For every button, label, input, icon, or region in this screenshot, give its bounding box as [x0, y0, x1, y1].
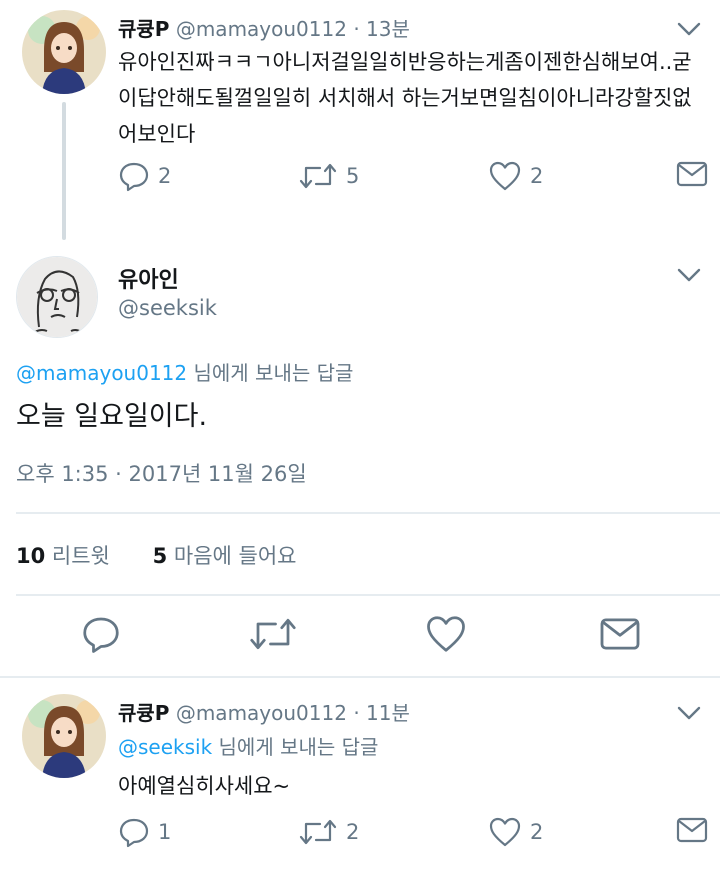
reply-context: @seeksik 님에게 보내는 답글 — [118, 732, 378, 762]
tweet-text: 유아인진짜ㅋㅋㄱ아니저걸일일히반응하는게좀이젠한심해보여..굳이답안해도될껄일일… — [118, 50, 692, 146]
retweet-icon — [299, 163, 337, 189]
retweet-stat[interactable]: 10 리트윗 — [16, 544, 110, 568]
avatar[interactable] — [22, 10, 106, 94]
chevron-down-icon[interactable] — [676, 704, 702, 722]
retweet-label: 리트윗 — [51, 544, 110, 568]
tweet-header: 큐큥P @mamayou0112 · 11분 — [118, 698, 410, 728]
reply-context-label: 님에게 보내는 답글 — [212, 735, 379, 759]
tweet-2[interactable]: 큐큥P @mamayou0112 · 11분 @seeksik 님에게 보내는 … — [0, 680, 720, 870]
divider — [16, 512, 720, 514]
retweet-icon — [299, 819, 337, 845]
retweet-button[interactable]: 2 — [298, 816, 359, 848]
thread-line — [62, 102, 66, 240]
dm-button[interactable] — [676, 816, 708, 844]
like-stat[interactable]: 5 마음에 들어요 — [153, 544, 297, 568]
reply-context: @mamayou0112 님에게 보내는 답글 — [16, 358, 353, 388]
like-count: 2 — [530, 164, 544, 188]
divider — [0, 676, 720, 678]
reply-button[interactable]: 1 — [118, 816, 171, 848]
tweet-header: 큐큥P @mamayou0112 · 13분 — [118, 14, 410, 44]
heart-icon — [489, 817, 521, 847]
separator-dot: · — [353, 701, 360, 725]
display-name[interactable]: 큐큥P — [118, 17, 169, 41]
mention-link[interactable]: @mamayou0112 — [16, 361, 187, 385]
mention-link[interactable]: @seeksik — [118, 735, 212, 759]
heart-icon — [489, 161, 521, 191]
retweet-count: 2 — [346, 820, 360, 844]
like-label: 마음에 들어요 — [173, 544, 297, 568]
reply-icon — [119, 162, 149, 192]
tweet-text: 아예열심히사세요~ — [118, 774, 291, 798]
engagement-stats: 10 리트윗 5 마음에 들어요 — [16, 540, 297, 570]
display-name[interactable]: 큐큥P — [118, 701, 169, 725]
user-handle[interactable]: @seeksik — [118, 296, 217, 320]
envelope-icon — [676, 161, 708, 187]
focused-actions — [0, 612, 720, 656]
retweet-button[interactable]: 5 — [298, 160, 359, 192]
retweet-total: 10 — [16, 544, 46, 568]
retweet-count: 5 — [346, 164, 360, 188]
tweet-actions: 1 2 2 — [118, 816, 708, 852]
retweet-icon[interactable] — [248, 614, 298, 654]
reply-context-label: 님에게 보내는 답글 — [187, 361, 354, 385]
avatar[interactable] — [22, 694, 106, 778]
like-button[interactable]: 2 — [488, 816, 543, 848]
user-handle[interactable]: @mamayou0112 — [176, 701, 347, 725]
reply-count: 1 — [158, 820, 172, 844]
envelope-icon[interactable] — [598, 616, 642, 652]
separator-dot: · — [353, 17, 360, 41]
like-count: 2 — [530, 820, 544, 844]
dm-button[interactable] — [676, 160, 708, 188]
envelope-icon — [676, 817, 708, 843]
chevron-down-icon[interactable] — [676, 266, 702, 284]
divider — [16, 594, 720, 596]
timestamp[interactable]: 11분 — [366, 701, 410, 725]
user-handle[interactable]: @mamayou0112 — [176, 17, 347, 41]
heart-icon[interactable] — [424, 614, 468, 654]
like-button[interactable]: 2 — [488, 160, 543, 192]
chevron-down-icon[interactable] — [676, 20, 702, 38]
reply-count: 2 — [158, 164, 172, 188]
tweet-text: 오늘 일요일이다. — [16, 401, 208, 432]
like-total: 5 — [152, 544, 168, 568]
tweet-actions: 2 5 2 — [118, 160, 708, 196]
reply-icon[interactable] — [80, 614, 122, 654]
tweet-1[interactable]: 큐큥P @mamayou0112 · 13분 유아인진짜ㅋㅋㄱ아니저걸일일히반응… — [0, 0, 720, 240]
timestamp[interactable]: 오후 1:35 · 2017년 11월 26일 — [16, 458, 307, 488]
avatar[interactable] — [16, 256, 98, 338]
reply-icon — [119, 818, 149, 848]
display-name[interactable]: 유아인 — [118, 262, 179, 294]
timestamp[interactable]: 13분 — [366, 17, 410, 41]
reply-button[interactable]: 2 — [118, 160, 171, 192]
focused-tweet: 유아인 @seeksik @mamayou0112 님에게 보내는 답글 오늘 … — [0, 240, 720, 678]
